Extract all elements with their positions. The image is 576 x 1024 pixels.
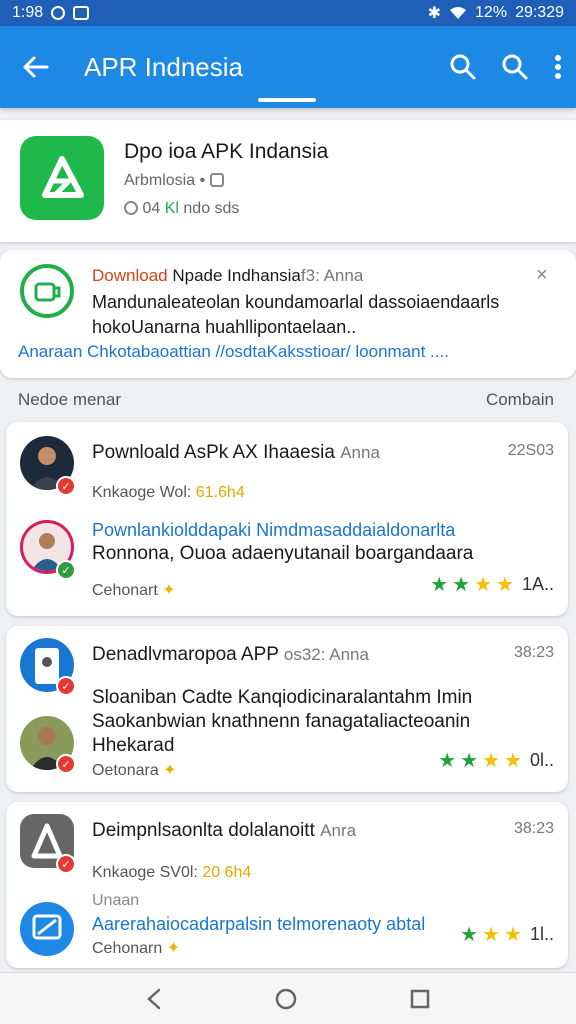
rating: ★ ★ ★ 1l.. <box>460 922 554 947</box>
app-bar: APR Indnesia <box>0 26 576 108</box>
star-icon: ★ <box>460 750 479 772</box>
rating-count: 0l.. <box>529 750 554 770</box>
list-item[interactable]: ✓ Pownloald AsPk AX Ihaaesia Anna 22S03 … <box>6 422 568 616</box>
search-icon[interactable] <box>502 54 528 80</box>
bluetooth-icon: ✱ <box>427 5 442 22</box>
post-subtitle: Knkaoge Wol: 61.6h4 <box>92 484 245 501</box>
bulb-icon: ✦ <box>162 582 176 599</box>
rating-count: 1l.. <box>529 924 554 944</box>
badge-icon: ✓ <box>56 476 76 496</box>
app-name: Dpo ioa APK Indansia <box>124 140 329 163</box>
star-icon: ★ <box>460 924 479 946</box>
app-header-card[interactable] <box>0 120 576 242</box>
star-icon: ★ <box>496 574 514 596</box>
post-title: Denadlvmaropoa APP os32: Anna <box>92 644 369 665</box>
page-title: APR Indnesia <box>84 51 243 82</box>
notification-body: Mandunaleateolan koundamoarlal dassoiaen… <box>92 292 500 337</box>
more-vert-icon[interactable] <box>554 54 562 80</box>
verified-icon <box>209 173 224 187</box>
app-logo-icon <box>20 136 104 220</box>
star-icon: ★ <box>504 924 522 946</box>
post-subtitle: Knkaoge SV0l: 20 6h4 <box>92 864 252 881</box>
post-time: 38:23 <box>513 644 554 661</box>
close-icon[interactable]: × <box>536 264 548 287</box>
star-icon: ★ <box>504 750 522 772</box>
post-text: Sloaniban Cadte Kanqiodicinaralantahm Im… <box>92 687 473 756</box>
wifi-icon <box>450 7 467 19</box>
star-icon: ★ <box>452 574 471 596</box>
section-header: Nedoe menar Combain <box>0 388 576 414</box>
badge-icon: ✓ <box>56 560 76 580</box>
star-icon: ★ <box>474 574 493 596</box>
post-time: 38:23 <box>513 820 554 837</box>
rating: ★ ★ ★ ★ 0l.. <box>438 748 554 773</box>
back-button[interactable] <box>18 49 54 85</box>
badge-icon: ✓ <box>56 676 76 696</box>
gallery-icon <box>73 6 90 20</box>
download-icon <box>124 201 138 215</box>
status-bar: 1:98 ✱ 12% 29:329 <box>0 0 576 26</box>
notification-link[interactable]: Anaraan Chkotabaoattian //osdtaKaksstioa… <box>18 342 558 362</box>
post-text: Ronnona, Ouoa adaenyutanail boargandaara <box>92 543 474 564</box>
list-item[interactable]: ✓ Denadlvmaropoa APP os32: Anna 38:23 ✓ … <box>6 626 568 792</box>
post-link[interactable]: Pownlankiolddapaki Nimdmasaddaialdonarlt… <box>92 520 455 541</box>
star-icon: ★ <box>482 924 501 946</box>
notification-card[interactable]: Download Npade Indhansiaf3: Anna × Mandu… <box>0 250 576 378</box>
post-time: 22S03 <box>507 442 554 459</box>
post-footer: Cehonart ✦ <box>92 582 176 599</box>
notification-icon <box>51 6 66 20</box>
post-footer: Oetonara ✦ <box>92 762 177 779</box>
post-title: Deimpnlsaonlta dolalanoitt Anra <box>92 820 357 841</box>
battery-percent: 12% <box>475 4 508 21</box>
status-time: 1:98 <box>12 4 44 21</box>
bulb-icon: ✦ <box>166 940 181 957</box>
post-footer: Cehonarn ✦ <box>92 940 181 957</box>
post-title: Pownloald AsPk AX Ihaaesia Anna <box>92 442 380 463</box>
list-item[interactable]: ✓ Deimpnlsaonlta dolalanoitt Anra 38:23 … <box>6 802 568 968</box>
notification-title: Download Npade Indhansiaf3: Anna <box>92 266 364 285</box>
nav-back-icon[interactable] <box>145 988 163 1010</box>
rating: ★ ★ ★ ★ 1А.. <box>430 572 554 597</box>
star-icon: ★ <box>438 750 457 772</box>
section-title: Nedoe menar <box>18 390 122 409</box>
arrow-left-icon <box>23 56 49 78</box>
nav-recents-icon[interactable] <box>409 988 431 1010</box>
tab-indicator <box>258 98 316 102</box>
star-icon: ★ <box>482 750 501 772</box>
rating-count: 1А.. <box>521 574 554 594</box>
post-note: Unaan <box>92 892 140 909</box>
search-icon[interactable] <box>450 54 476 80</box>
nav-home-icon[interactable] <box>274 987 298 1011</box>
post-link[interactable]: Aarerahaiocadarpalsin telmorenaoty abtal <box>92 914 425 935</box>
star-icon: ★ <box>430 574 449 596</box>
system-nav-bar <box>0 972 576 1024</box>
badge-icon: ✓ <box>56 754 76 774</box>
app-stats: 04 Kl ndo sds <box>124 200 239 218</box>
section-action[interactable]: Combain <box>486 390 554 410</box>
app-notification-icon <box>20 264 74 318</box>
app-developer: Arbmlosia • <box>124 172 224 190</box>
status-clock: 29:329 <box>515 4 564 21</box>
bulb-icon: ✦ <box>163 762 177 779</box>
avatar <box>20 902 74 956</box>
badge-icon: ✓ <box>56 854 76 874</box>
